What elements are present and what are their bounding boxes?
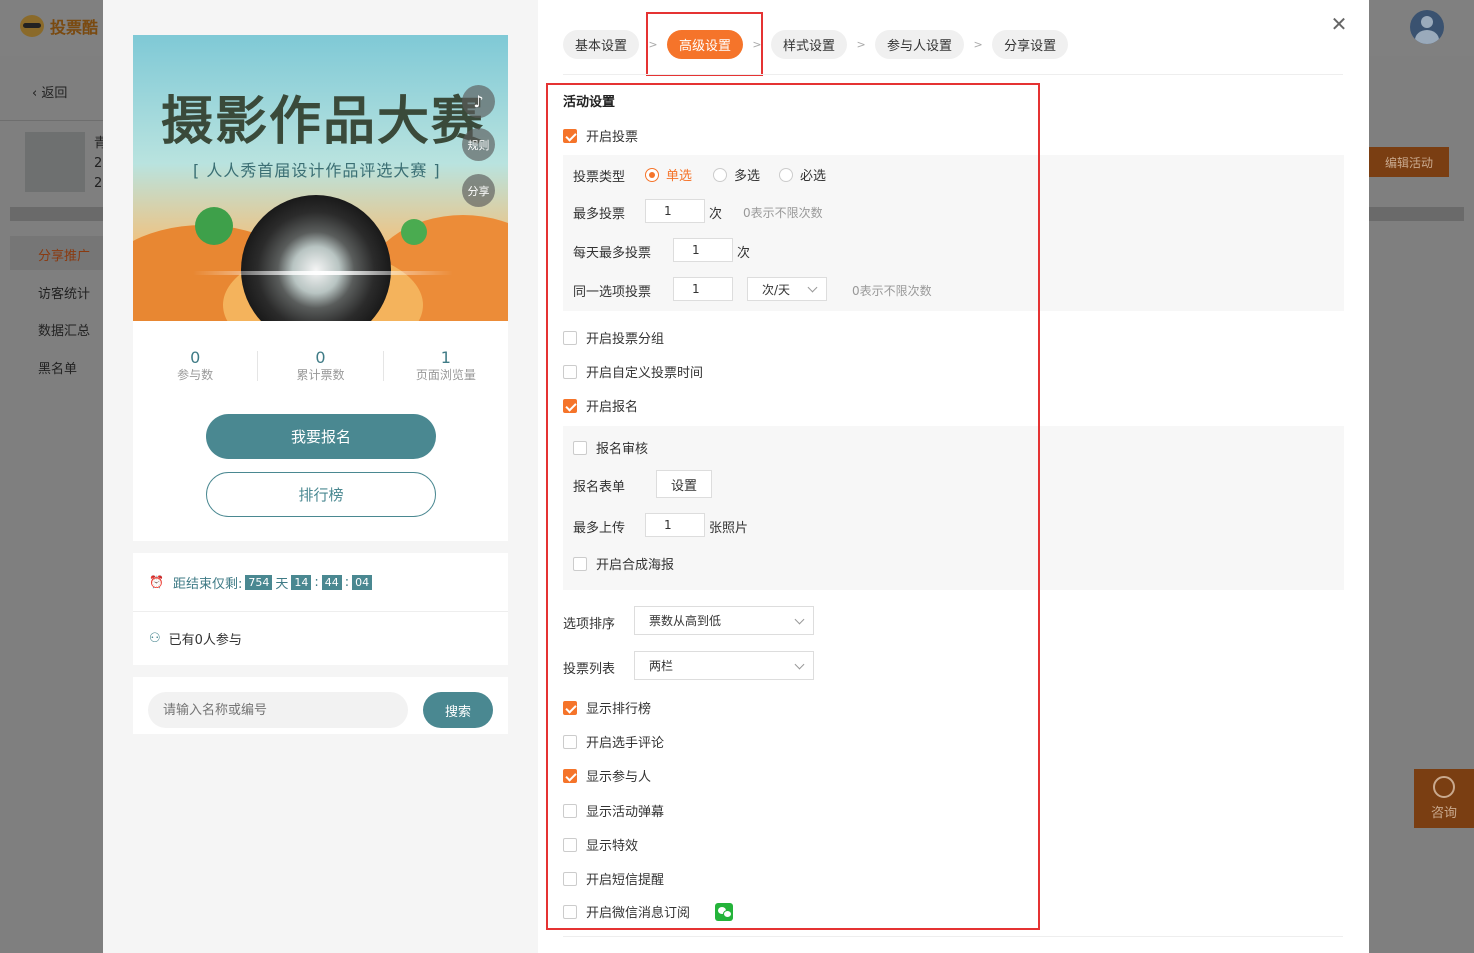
chevron-left-icon: ‹ [32,86,38,101]
countdown-sep: : [344,574,350,590]
bg-edit-activity-button: 编辑活动 [1369,147,1449,177]
search-input[interactable] [148,692,408,728]
tab-share-settings[interactable]: 分享设置 [992,30,1069,59]
bg-menu-share: 分享推广 [38,249,91,264]
avatar [1410,10,1444,44]
step-separator: > [856,38,866,51]
divider [563,74,1343,75]
alarm-clock-icon: ⏰ [149,575,164,589]
banner-subtitle: [ 人人秀首届设计作品评选大赛 ] [193,161,441,180]
highlight-active-tab [646,12,763,76]
participants-row: ⚇ 已有0人参与 [133,612,508,665]
settings-pane: ✕ 基本设置 > 高级设置 > 样式设置 > 参与人设置 > 分享设置 活动设置… [538,0,1369,953]
lens-flare [193,271,453,275]
bg-menu-blacklist: 黑名单 [38,362,78,377]
countdown-sep: : [314,574,319,590]
bg-back-link: ‹ 返回 [32,82,67,101]
bg-logo: 投票酷 [20,14,98,38]
chat-icon [1433,776,1455,798]
banner-title: 摄影作品大赛 [161,91,486,152]
rules-button[interactable]: 规则 [462,128,495,161]
bg-menu-data: 数据汇总 [38,324,91,339]
countdown-hours: 14 [291,574,312,590]
bg-band-right [1369,207,1464,221]
stats-row: 0 参与数 0 累计票数 1 页面浏览量 [133,321,508,411]
bg-logo-text: 投票酷 [50,18,99,37]
search-area: 搜索 [133,677,508,734]
consult-label: 咨询 [1430,806,1457,821]
countdown-days: 754 [245,574,273,590]
countdown-minutes: 44 [321,574,342,590]
stat-participants: 0 参与数 [133,348,259,382]
banner-image: 摄影作品大赛 [ 人人秀首届设计作品评选大赛 ] ♪ 规则 分享 [133,35,508,321]
bg-divider [0,120,103,121]
stat-value: 0 [190,348,201,367]
tab-basic-settings[interactable]: 基本设置 [563,30,640,59]
bg-band [10,207,103,221]
stat-label: 参与数 [177,368,214,382]
bg-menu-visitors: 访客统计 [38,287,91,302]
divider [563,936,1343,937]
stat-value: 0 [315,348,326,367]
stat-label: 页面浏览量 [415,368,476,382]
preview-buttons: 我要报名 排行榜 [133,411,508,541]
signup-button[interactable]: 我要报名 [206,414,436,459]
close-icon[interactable]: ✕ [1329,14,1349,34]
tab-participant-settings[interactable]: 参与人设置 [875,30,965,59]
stat-label: 累计票数 [296,368,345,382]
stat-votes: 0 累计票数 [258,348,384,382]
countdown: ⏰ 距结束仅剩: 754 天 14 : 44 : 04 [133,553,508,612]
music-icon[interactable]: ♪ [462,85,495,118]
search-button[interactable]: 搜索 [423,692,493,728]
stat-pageviews: 1 页面浏览量 [384,348,508,383]
banner-tree [401,219,427,245]
settings-modal: 摄影作品大赛 [ 人人秀首届设计作品评选大赛 ] ♪ 规则 分享 0 参与数 0… [103,0,1369,953]
stat-value: 1 [440,348,451,367]
camera-lens-icon [241,195,391,321]
participants-text: 已有0人参与 [168,633,242,648]
tab-style-settings[interactable]: 样式设置 [771,30,848,59]
users-icon: ⚇ [149,631,161,646]
countdown-prefix: 距结束仅剩: [172,576,243,592]
banner-tree [195,207,233,245]
logo-face-icon [20,15,44,37]
step-separator: > [973,38,983,51]
countdown-seconds: 04 [352,574,373,590]
step-tabs: 基本设置 > 高级设置 > 样式设置 > 参与人设置 > 分享设置 [563,30,1069,59]
countdown-days-unit: 天 [275,576,289,592]
bg-activity-thumbnail [25,132,85,192]
consult-button[interactable]: 咨询 [1414,769,1474,828]
bg-back-label: 返回 [41,86,68,101]
ranking-button[interactable]: 排行榜 [206,472,436,517]
highlight-settings-area [546,83,1040,930]
phone-preview: 摄影作品大赛 [ 人人秀首届设计作品评选大赛 ] ♪ 规则 分享 0 参与数 0… [133,35,508,734]
share-button[interactable]: 分享 [462,174,495,207]
preview-pane: 摄影作品大赛 [ 人人秀首届设计作品评选大赛 ] ♪ 规则 分享 0 参与数 0… [103,0,538,953]
